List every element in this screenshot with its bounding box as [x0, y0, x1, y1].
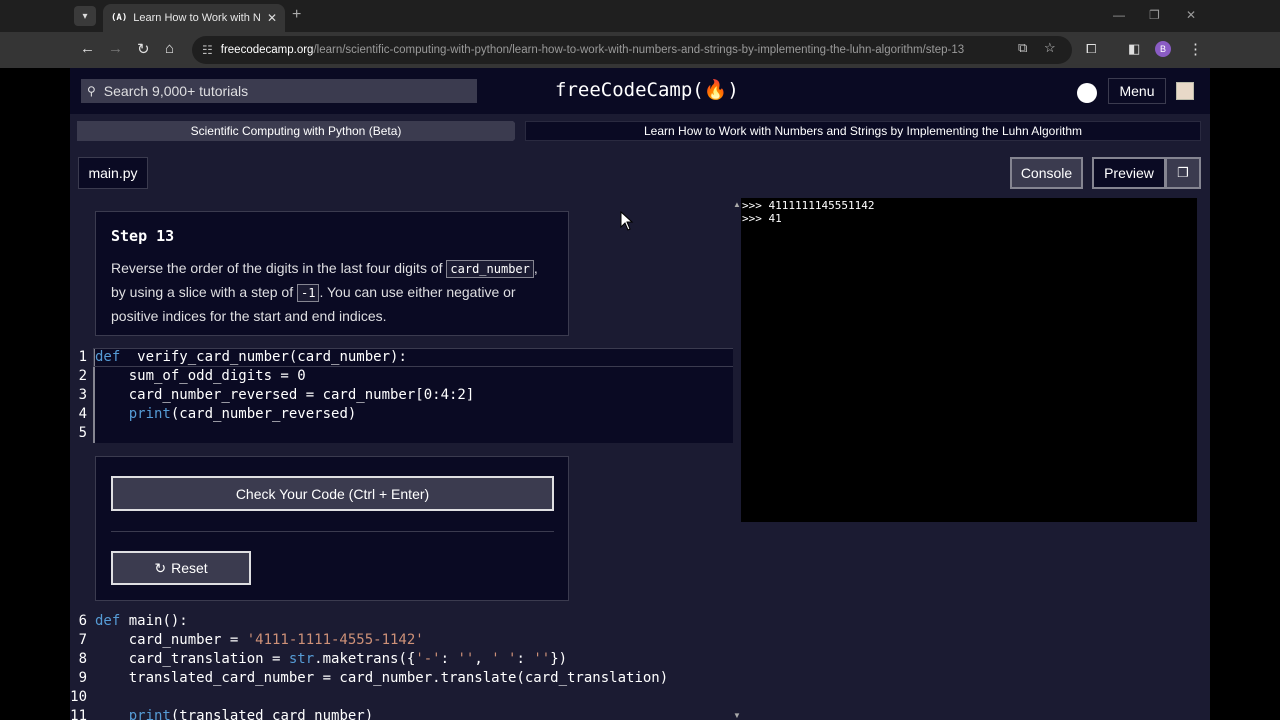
profile-avatar[interactable]: B	[1155, 41, 1171, 57]
back-icon[interactable]: ←	[80, 40, 95, 57]
reset-icon: ↻	[154, 559, 167, 576]
inline-code-step: -1	[297, 284, 320, 302]
code-text: sum_of_odd_digits = 0	[95, 368, 306, 384]
url-path: /learn/scientific-computing-with-python/…	[313, 44, 965, 56]
close-window-icon[interactable]: ✕	[1186, 8, 1196, 22]
freecodecamp-favicon-icon: (A)	[111, 13, 128, 23]
code-text: card_number_reversed = card_number[0:4:2…	[95, 387, 475, 403]
search-icon: ⚲	[87, 84, 96, 98]
extensions-icon[interactable]: ⧠	[1086, 41, 1096, 57]
step-text-1: Reverse the order of the digits in the l…	[111, 260, 447, 276]
more-menu-icon[interactable]: ⋮	[1188, 40, 1203, 58]
console-line: >>> 4111111145551142	[742, 199, 875, 212]
console-line: >>> 41	[742, 212, 782, 225]
bookmark-star-icon[interactable]: ☆	[1044, 40, 1056, 56]
line-number: 8	[78, 651, 87, 667]
step-instructions: Step 13 Reverse the order of the digits …	[95, 211, 569, 336]
breadcrumb-project[interactable]: Learn How to Work with Numbers and Strin…	[525, 121, 1201, 141]
editor-scrollbar[interactable]	[733, 198, 739, 720]
search-placeholder: Search 9,000+ tutorials	[103, 83, 249, 99]
check-code-button[interactable]: Check Your Code (Ctrl + Enter)	[111, 476, 554, 511]
close-tab-icon[interactable]: ✕	[267, 11, 277, 25]
code-line[interactable]: 3 card_number_reversed = card_number[0:4…	[70, 386, 735, 405]
code-text: print(translated_card_number)	[128, 708, 374, 720]
code-line[interactable]: 2 sum_of_odd_digits = 0	[70, 367, 735, 386]
code-line[interactable]: 11 print(translated_card_number)	[70, 707, 735, 720]
line-number: 3	[78, 387, 87, 403]
side-panel-icon[interactable]: ◧	[1128, 41, 1140, 57]
menu-button[interactable]: Menu	[1108, 78, 1166, 104]
action-panel: Check Your Code (Ctrl + Enter) ↻ Reset	[95, 456, 569, 601]
reset-button[interactable]: ↻ Reset	[111, 551, 251, 585]
code-line[interactable]: 8 card_translation = str.maketrans({'-':…	[70, 650, 735, 669]
line-number: 6	[78, 613, 87, 629]
url-domain: freecodecamp.org	[220, 44, 314, 56]
code-line[interactable]: 5	[70, 424, 735, 443]
tab-main-py[interactable]: main.py	[78, 157, 148, 189]
theme-toggle-icon[interactable]	[1077, 83, 1097, 103]
home-icon[interactable]: ⌂	[165, 40, 174, 57]
browser-tab[interactable]: (A) Learn How to Work with Numb ✕	[103, 4, 285, 32]
code-text: translated_card_number = card_number.tra…	[95, 670, 669, 686]
step-description: Reverse the order of the digits in the l…	[111, 257, 553, 328]
line-number: 4	[78, 406, 87, 422]
popout-preview-icon[interactable]: ❐	[1165, 157, 1201, 189]
restore-icon[interactable]: ❐	[1149, 8, 1160, 22]
code-text: def main():	[95, 613, 188, 629]
step-title: Step 13	[111, 227, 175, 245]
code-text: card_translation = str.maketrans({'-': '…	[95, 651, 568, 667]
fcc-page: ⚲ Search 9,000+ tutorials freeCodeCamp(🔥…	[70, 68, 1210, 720]
scroll-up-icon[interactable]: ▲	[733, 200, 741, 209]
line-number: 7	[78, 632, 87, 648]
line-number: 2	[78, 368, 87, 384]
browser-toolbar: ← → ↻ ⌂ ☷ freecodecamp.org/learn/scienti…	[0, 32, 1280, 68]
console-output[interactable]: >>> 4111111145551142 >>> 41	[741, 198, 1197, 522]
site-info-icon[interactable]: ☷	[202, 43, 213, 57]
code-line[interactable]: 10	[70, 688, 735, 707]
code-line[interactable]: 4 print(card_number_reversed)	[70, 405, 735, 424]
new-tab-icon[interactable]: +	[292, 6, 301, 24]
code-line[interactable]: 7 card_number = '4111-1111-4555-1142'	[70, 631, 735, 650]
code-editor-pane[interactable]: Step 13 Reverse the order of the digits …	[70, 198, 740, 720]
minimize-icon[interactable]: —	[1113, 8, 1125, 22]
breadcrumb-course[interactable]: Scientific Computing with Python (Beta)	[77, 121, 515, 141]
console-toggle-button[interactable]: Console	[1010, 157, 1083, 189]
breadcrumb: Scientific Computing with Python (Beta) …	[77, 121, 1201, 141]
address-bar[interactable]: ☷ freecodecamp.org/learn/scientific-comp…	[192, 36, 1072, 64]
line-number: 10	[70, 689, 87, 705]
code-text: card_number = '4111-1111-4555-1142'	[95, 632, 424, 648]
forward-icon[interactable]: →	[108, 40, 123, 57]
search-input[interactable]: ⚲ Search 9,000+ tutorials	[81, 79, 477, 103]
code-text: def verify_card_number(card_number):	[95, 349, 407, 365]
divider	[111, 531, 554, 532]
code-line[interactable]: 9 translated_card_number = card_number.t…	[70, 669, 735, 688]
line-number: 9	[78, 670, 87, 686]
code-line[interactable]: 1 def verify_card_number(card_number):	[70, 348, 735, 367]
code-line[interactable]: 6 def main():	[70, 612, 735, 631]
inline-code-card-number: card_number	[446, 260, 534, 278]
reload-icon[interactable]: ↻	[137, 40, 150, 58]
browser-tab-bar: ▾ (A) Learn How to Work with Numb ✕ + — …	[0, 0, 1280, 32]
preview-toggle-button[interactable]: Preview	[1092, 157, 1166, 189]
freecodecamp-logo[interactable]: freeCodeCamp(🔥)	[555, 78, 739, 101]
user-avatar[interactable]	[1176, 82, 1194, 100]
line-number: 1	[78, 349, 87, 365]
line-number: 5	[78, 425, 87, 441]
console-scrollbar[interactable]	[1197, 198, 1209, 522]
line-number: 11	[70, 708, 87, 720]
install-app-icon[interactable]: ⧉	[1018, 40, 1027, 56]
fcc-navbar: ⚲ Search 9,000+ tutorials freeCodeCamp(🔥…	[70, 68, 1210, 114]
reset-label: Reset	[171, 560, 208, 576]
code-text: print(card_number_reversed)	[128, 406, 357, 422]
scroll-down-icon[interactable]: ▼	[733, 711, 741, 720]
mouse-cursor-icon	[620, 211, 634, 231]
tab-list-button[interactable]: ▾	[74, 6, 96, 26]
tab-title: Learn How to Work with Numb	[133, 12, 261, 24]
